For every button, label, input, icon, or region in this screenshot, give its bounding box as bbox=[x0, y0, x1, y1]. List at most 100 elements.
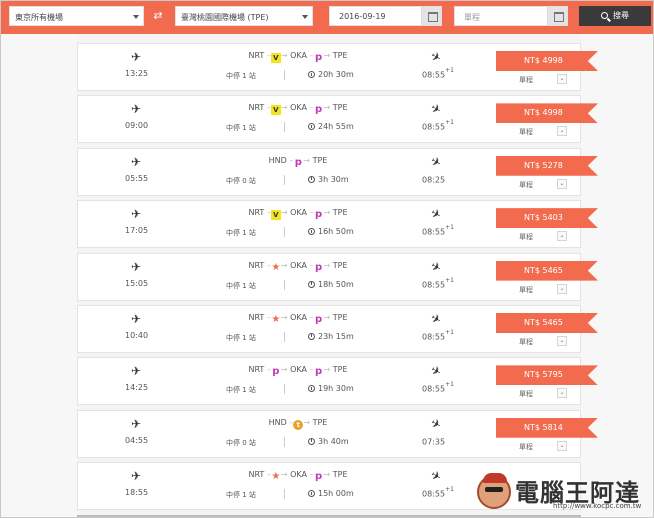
stop-count: 中停 1 站 bbox=[226, 491, 256, 500]
destination-select[interactable]: 臺灣桃園國際機場 (TPE) bbox=[175, 6, 313, 26]
arrival-plane-icon: ✈ bbox=[428, 153, 444, 171]
airport-code: OKA bbox=[290, 470, 307, 480]
origin-select[interactable]: 東京所有機場 bbox=[9, 6, 144, 26]
arrival-time-value: 07:35 bbox=[422, 437, 446, 447]
clock-icon bbox=[308, 332, 315, 340]
departure-time: 09:00 bbox=[125, 121, 149, 131]
expand-chevron-icon[interactable]: ⌄ bbox=[557, 388, 567, 399]
duration-value: 23h 15m bbox=[318, 331, 354, 341]
flight-route: NRT –★→ OKA –p→ TPE bbox=[248, 312, 348, 325]
watermark-url: http://www.kocpc.com.tw bbox=[553, 502, 642, 510]
arrival-time-value: 08:55 bbox=[422, 332, 446, 342]
arrival-plane-icon: ✈ bbox=[428, 362, 444, 380]
price-value: NT$ 5278 bbox=[524, 160, 563, 170]
price-value: NT$ 5465 bbox=[524, 265, 563, 275]
divider bbox=[284, 331, 285, 342]
airport-code: NRT bbox=[248, 208, 265, 218]
price-tag[interactable]: NT$ 5465 bbox=[496, 260, 598, 281]
flight-row[interactable]: ✈ 10:40 NRT –★→ OKA –p→ TPE 中停 1 站 23h 15m ✈ 0… bbox=[77, 304, 598, 353]
flight-route: NRT –★→ OKA –p→ TPE bbox=[248, 260, 348, 273]
arrival-plane-icon: ✈ bbox=[428, 48, 444, 66]
departure-date-field[interactable]: 2016-09-19 bbox=[329, 6, 442, 26]
calendar-icon[interactable] bbox=[421, 7, 441, 25]
price-tag[interactable]: NT$ 5278 bbox=[496, 155, 598, 176]
next-day-marker: +1 bbox=[445, 381, 454, 389]
airport-code: OKA bbox=[290, 103, 307, 113]
chevron-down-icon bbox=[133, 15, 139, 19]
price-value: NT$ 5814 bbox=[524, 422, 563, 432]
flight-row[interactable]: ✈ 14:25 NRT –p→ OKA –p→ TPE 中停 1 站 19h 30m ✈ 0… bbox=[77, 357, 598, 406]
next-day-marker: +1 bbox=[445, 224, 454, 232]
departure-plane-icon: ✈ bbox=[130, 311, 142, 326]
calendar-icon[interactable] bbox=[547, 7, 567, 25]
divider bbox=[284, 174, 285, 185]
peach-logo-icon: p bbox=[314, 52, 323, 63]
stop-count: 中停 1 站 bbox=[226, 124, 256, 133]
search-button[interactable]: 搜尋 bbox=[579, 6, 651, 26]
return-date-field[interactable]: 單程 bbox=[454, 6, 568, 26]
return-date-placeholder: 單程 bbox=[464, 13, 480, 22]
flight-route: HND –p→ TPE bbox=[268, 155, 328, 168]
next-day-marker: +1 bbox=[445, 328, 454, 336]
airport-code: TPE bbox=[332, 208, 348, 218]
expand-chevron-icon[interactable]: ⌄ bbox=[557, 231, 567, 242]
expand-chevron-icon[interactable]: ⌄ bbox=[557, 74, 567, 84]
expand-chevron-icon[interactable]: ⌄ bbox=[557, 283, 567, 294]
arrival-time-value: 08:55 bbox=[422, 227, 446, 237]
price-value: NT$ 5465 bbox=[524, 317, 563, 327]
flight-route: NRT –p→ OKA –p→ TPE bbox=[248, 365, 348, 378]
flight-duration: 3h 30m bbox=[308, 175, 349, 184]
results-list: ✈ 13:25 NRT – V → OKA –p→ TPE 中停 1 站 20h 30m ✈ 0… bbox=[77, 43, 598, 515]
trip-type: 單程 bbox=[519, 128, 533, 137]
peach-logo-icon: p bbox=[314, 261, 323, 273]
arrival-time-value: 08:55 bbox=[422, 70, 446, 80]
destination-value: 臺灣桃園國際機場 (TPE) bbox=[181, 13, 269, 22]
price-tag[interactable]: NT$ 5795 bbox=[496, 365, 598, 386]
airport-code: OKA bbox=[290, 260, 307, 270]
star-logo-icon: ★ bbox=[271, 471, 281, 483]
vanilla-air-logo-icon: V bbox=[270, 210, 281, 221]
price-tag[interactable]: NT$ 5814 bbox=[496, 417, 598, 438]
flight-route: NRT – V → OKA –p→ TPE bbox=[248, 208, 348, 221]
flight-row[interactable]: ✈ 13:25 NRT – V → OKA –p→ TPE 中停 1 站 20h 30m ✈ 0… bbox=[77, 43, 598, 91]
clock-icon bbox=[308, 490, 315, 498]
price-tag[interactable]: NT$ 5403 bbox=[496, 208, 598, 229]
flight-row[interactable]: ✈ 09:00 NRT – V → OKA –p→ TPE 中停 1 站 24h 55m ✈ 0… bbox=[77, 95, 598, 144]
airport-code: OKA bbox=[290, 365, 307, 375]
divider bbox=[284, 384, 285, 395]
expand-chevron-icon[interactable]: ⌄ bbox=[557, 440, 567, 451]
airport-code: TPE bbox=[332, 312, 348, 322]
arrival-time: 08:55+1 bbox=[422, 67, 454, 80]
flight-row[interactable]: ✈ 17:05 NRT – V → OKA –p→ TPE 中停 1 站 16h 50m ✈ 0… bbox=[77, 200, 598, 249]
clock-icon bbox=[308, 175, 315, 183]
arrival-plane-icon: ✈ bbox=[428, 100, 444, 118]
flight-duration: 16h 50m bbox=[308, 227, 354, 236]
trip-type: 單程 bbox=[519, 390, 533, 399]
screenshot-frame: 東京所有機場 ⇄ 臺灣桃園國際機場 (TPE) 2016-09-19 單程 搜尋… bbox=[0, 0, 654, 518]
flight-duration: 15h 00m bbox=[308, 489, 354, 498]
flight-row[interactable]: ✈ 04:55 HND – t → TPE 中停 0 站 3h 40m ✈ 07:35 NT$ 5… bbox=[77, 409, 598, 458]
flight-route: NRT – V → OKA –p→ TPE bbox=[248, 51, 348, 63]
flight-route: HND – t → TPE bbox=[268, 417, 328, 430]
price-tag[interactable]: NT$ 5465 bbox=[496, 312, 598, 333]
expand-chevron-icon[interactable]: ⌄ bbox=[557, 335, 567, 346]
departure-time: 10:40 bbox=[125, 330, 149, 340]
next-day-marker: +1 bbox=[445, 67, 454, 74]
flight-duration: 20h 30m bbox=[308, 70, 354, 79]
arrival-plane-icon: ✈ bbox=[428, 467, 444, 485]
swap-icon[interactable]: ⇄ bbox=[151, 8, 165, 24]
flight-duration: 3h 40m bbox=[308, 437, 349, 446]
airport-code: HND bbox=[268, 155, 287, 165]
airport-code: NRT bbox=[248, 470, 265, 480]
flight-row[interactable]: ✈ 15:05 NRT –★→ OKA –p→ TPE 中停 1 站 18h 50m ✈ 0… bbox=[77, 252, 598, 301]
flight-row[interactable]: ✈ 05:55 HND –p→ TPE 中停 0 站 3h 30m ✈ 08:25 NT$ 5… bbox=[77, 147, 598, 196]
price-tag[interactable]: NT$ 4998 bbox=[496, 51, 598, 71]
price-tag[interactable]: NT$ 4998 bbox=[496, 103, 598, 124]
price-value: NT$ 4998 bbox=[524, 108, 563, 118]
expand-chevron-icon[interactable]: ⌄ bbox=[557, 178, 567, 189]
departure-time: 18:55 bbox=[125, 488, 149, 498]
stop-count: 中停 1 站 bbox=[226, 229, 256, 238]
trip-type: 單程 bbox=[519, 76, 533, 84]
expand-chevron-icon[interactable]: ⌄ bbox=[557, 126, 567, 137]
stop-count: 中停 0 站 bbox=[226, 438, 256, 447]
